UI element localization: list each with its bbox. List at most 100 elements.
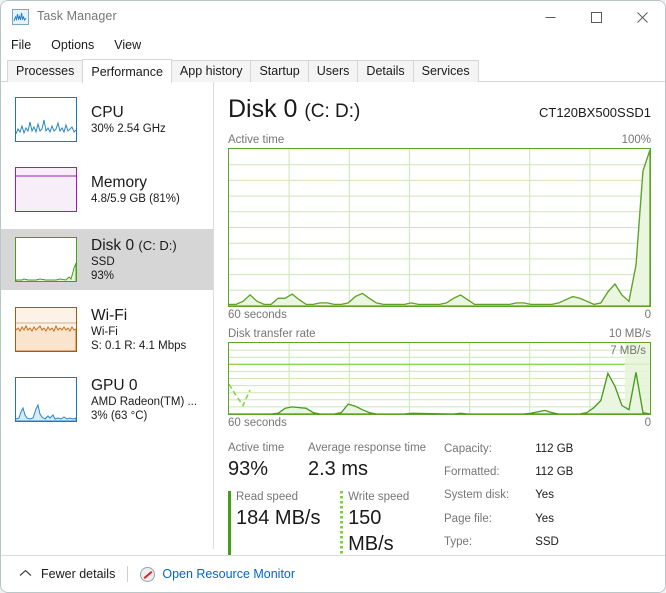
footer-divider: [127, 566, 129, 582]
transfer-rate-graph-labels: Disk transfer rate 10 MB/s: [228, 328, 651, 340]
disk-model: CT120BX500SSD1: [538, 105, 651, 120]
transfer-rate-graph: 7 MB/s: [228, 342, 651, 415]
sidebar-item-cpu[interactable]: CPU 30% 2.54 GHz: [1, 89, 213, 150]
cpu-thumbnail-graph: [15, 97, 77, 142]
menu-file[interactable]: File: [11, 38, 31, 52]
title-bar: Task Manager: [1, 1, 665, 34]
tab-bar: Processes Performance App history Startu…: [1, 59, 665, 83]
disk-stats: Active time 93% Average response time 2.…: [228, 441, 651, 557]
menu-options[interactable]: Options: [51, 38, 94, 52]
page-title-drives: (C: D:): [304, 101, 361, 122]
resource-monitor-icon: [140, 566, 156, 582]
chevron-up-icon: [19, 567, 32, 581]
transfer-rate-foot-right: 0: [644, 417, 651, 429]
write-speed-label: Write speed: [348, 491, 410, 503]
active-time-graph: [228, 148, 651, 307]
resource-sidebar: CPU 30% 2.54 GHz Memory 4.8/5.9 GB (81%): [1, 82, 214, 549]
sidebar-disk-line1: SSD: [91, 255, 115, 268]
sidebar-disk-text: Disk 0 (C: D:) SSD 93%: [91, 237, 177, 283]
active-time-foot-left: 60 seconds: [228, 309, 287, 321]
active-time-graph-footer: 60 seconds 0: [228, 309, 651, 321]
info-value-type: SSD: [535, 535, 559, 548]
sidebar-item-memory[interactable]: Memory 4.8/5.9 GB (81%): [1, 159, 213, 220]
active-time-stat-label: Active time: [228, 442, 285, 454]
speed-stats-row: Read speed 184 MB/s Write speed 150 MB/s: [228, 490, 428, 557]
sidebar-memory-text: Memory 4.8/5.9 GB (81%): [91, 174, 180, 206]
sidebar-cpu-line1: 30% 2.54 GHz: [91, 122, 166, 135]
content-area: CPU 30% 2.54 GHz Memory 4.8/5.9 GB (81%): [1, 82, 665, 555]
tab-app-history[interactable]: App history: [170, 60, 252, 82]
open-resource-monitor-link[interactable]: Open Resource Monitor: [140, 566, 296, 582]
write-speed-stat: Write speed 150 MB/s: [340, 490, 428, 557]
menu-view[interactable]: View: [114, 38, 141, 52]
menu-bar: File Options View: [1, 34, 665, 56]
maximize-button[interactable]: [573, 1, 619, 34]
info-key-formatted: Formatted:: [444, 466, 500, 479]
transfer-rate-caption: Disk transfer rate: [228, 328, 316, 340]
info-key-type: Type:: [444, 535, 473, 548]
transfer-rate-marker-label: 7 MB/s: [610, 345, 646, 357]
transfer-rate-max: 10 MB/s: [608, 328, 651, 340]
page-title: Disk 0 (C: D:): [228, 94, 360, 127]
sidebar-wifi-line1: Wi-Fi: [91, 325, 118, 338]
disk-stats-left: Active time 93% Average response time 2.…: [228, 441, 428, 557]
info-key-system-disk: System disk:: [444, 489, 510, 502]
sidebar-gpu-text: GPU 0 AMD Radeon(TM) ... 3% (63 °C): [91, 377, 197, 423]
gpu-thumbnail-graph: [15, 377, 77, 422]
active-time-caption: Active time: [228, 134, 285, 146]
footer-bar: Fewer details Open Resource Monitor: [1, 555, 665, 592]
open-resource-monitor-label: Open Resource Monitor: [162, 567, 296, 581]
wifi-thumbnail-graph: [15, 307, 77, 352]
active-time-stat: Active time 93%: [228, 441, 308, 482]
read-speed-stat: Read speed 184 MB/s: [228, 490, 340, 557]
sidebar-disk-line2: 93%: [91, 269, 115, 282]
tab-startup[interactable]: Startup: [250, 60, 309, 82]
close-button[interactable]: [619, 1, 665, 34]
sidebar-item-disk-0[interactable]: Disk 0 (C: D:) SSD 93%: [1, 229, 213, 290]
info-value-formatted: 112 GB: [535, 466, 574, 479]
info-value-page-file: Yes: [535, 512, 554, 525]
sidebar-cpu-text: CPU 30% 2.54 GHz: [91, 104, 166, 136]
sidebar-wifi-title: Wi-Fi: [91, 306, 128, 324]
sidebar-item-wifi[interactable]: Wi-Fi Wi-Fi S: 0.1 R: 4.1 Mbps: [1, 299, 213, 360]
sidebar-wifi-line2: S: 0.1 R: 4.1 Mbps: [91, 339, 187, 352]
tab-services[interactable]: Services: [412, 60, 479, 82]
read-speed-label: Read speed: [236, 491, 299, 503]
active-time-graph-labels: Active time 100%: [228, 134, 651, 146]
sidebar-wifi-text: Wi-Fi Wi-Fi S: 0.1 R: 4.1 Mbps: [91, 307, 186, 353]
response-time-stat: Average response time 2.3 ms: [308, 441, 426, 482]
fewer-details-button[interactable]: Fewer details: [19, 567, 115, 581]
page-title-main: Disk 0: [228, 95, 298, 123]
tab-processes[interactable]: Processes: [7, 60, 84, 82]
sidebar-gpu-line1: AMD Radeon(TM) ...: [91, 395, 198, 408]
response-time-stat-label: Average response time: [308, 442, 427, 454]
sidebar-memory-title: Memory: [91, 173, 147, 191]
response-time-stat-value: 2.3 ms: [308, 458, 369, 480]
tab-details[interactable]: Details: [357, 60, 414, 82]
sidebar-item-gpu-0[interactable]: GPU 0 AMD Radeon(TM) ... 3% (63 °C): [1, 369, 213, 430]
write-speed-color-bar: [340, 491, 344, 555]
window-controls: [527, 1, 665, 34]
active-time-foot-right: 0: [644, 309, 651, 321]
sidebar-disk-title-main: Disk 0: [91, 236, 135, 254]
memory-thumbnail-graph: [15, 167, 77, 212]
active-time-max: 100%: [621, 134, 651, 146]
write-speed-value: 150 MB/s: [348, 507, 394, 555]
fewer-details-label: Fewer details: [41, 567, 116, 581]
sidebar-gpu-title: GPU 0: [91, 376, 138, 394]
read-speed-value: 184 MB/s: [236, 507, 321, 529]
sidebar-memory-line1: 4.8/5.9 GB (81%): [91, 192, 180, 205]
tab-users[interactable]: Users: [307, 60, 359, 82]
sidebar-cpu-title: CPU: [91, 103, 124, 121]
disk-info-table: Capacity: 112 GB Formatted: 112 GB Syste…: [444, 441, 573, 557]
active-time-stat-value: 93%: [228, 458, 269, 480]
panel-header: Disk 0 (C: D:) CT120BX500SSD1: [228, 94, 651, 127]
disk-detail-panel: Disk 0 (C: D:) CT120BX500SSD1 Active tim…: [214, 82, 665, 555]
transfer-rate-graph-footer: 60 seconds 0: [228, 417, 651, 429]
sidebar-gpu-line2: 3% (63 °C): [91, 409, 148, 422]
task-manager-window: Task Manager File Options View Processes…: [0, 0, 666, 593]
info-value-capacity: 112 GB: [535, 443, 574, 455]
tab-performance[interactable]: Performance: [82, 59, 172, 83]
taskmanager-icon: [12, 9, 29, 25]
minimize-button[interactable]: [527, 1, 573, 34]
